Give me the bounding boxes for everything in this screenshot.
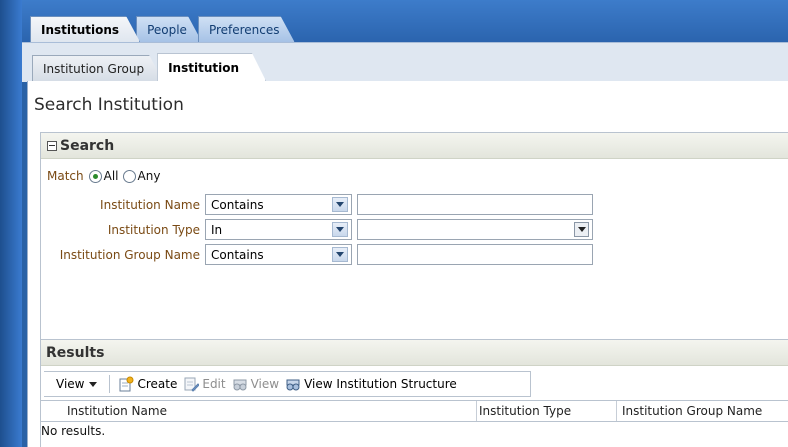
view-institution-structure-button[interactable]: View Institution Structure — [285, 376, 457, 392]
tab-institution-label: Institution — [168, 60, 240, 75]
binoculars-icon — [286, 379, 300, 391]
view-menu-button[interactable]: View — [56, 377, 98, 391]
institution-type-operator-value: In — [211, 222, 223, 237]
institution-group-name-operator-select[interactable]: Contains — [205, 244, 352, 265]
column-header-institution-name[interactable]: Institution Name — [41, 401, 477, 421]
institution-name-operator-select[interactable]: Contains — [205, 194, 352, 215]
institution-type-operator-select[interactable]: In — [205, 219, 352, 240]
institution-type-label: Institution Type — [107, 223, 200, 237]
view-button[interactable]: View — [232, 376, 279, 392]
results-title: Results — [46, 344, 105, 361]
tab-people[interactable]: People — [136, 16, 202, 42]
criterion-institution-type: Institution Type In — [41, 219, 641, 241]
match-label: Match — [47, 169, 84, 183]
no-results-text: No results. — [41, 424, 106, 438]
tab-institution-group-label: Institution Group — [43, 61, 145, 76]
institution-group-name-label: Institution Group Name — [59, 248, 200, 262]
create-button[interactable]: Create — [118, 376, 177, 392]
edit-icon — [184, 377, 200, 392]
left-frame-bar — [0, 0, 22, 447]
match-any-label: Any — [137, 169, 161, 183]
criterion-institution-group-name: Institution Group Name Contains — [41, 244, 641, 266]
tab-institutions[interactable]: Institutions — [30, 16, 140, 42]
column-header-label: Institution Name — [67, 404, 167, 418]
secondary-tabs: Institution Group Institution — [32, 53, 260, 81]
collapse-icon[interactable] — [47, 140, 57, 151]
match-any-radio[interactable] — [122, 169, 136, 183]
results-panel: Results View Create Edit View View Insti… — [40, 339, 788, 447]
institution-name-operator-value: Contains — [211, 197, 264, 212]
match-all-radio[interactable] — [88, 169, 102, 183]
tab-preferences[interactable]: Preferences — [198, 16, 295, 42]
tab-institutions-label: Institutions — [41, 22, 120, 37]
search-panel-header: Search — [41, 133, 788, 159]
create-label: Create — [137, 377, 178, 391]
search-panel-title: Search — [60, 137, 115, 154]
view-label: View — [250, 377, 280, 391]
tab-institution-group[interactable]: Institution Group — [32, 55, 163, 81]
institution-group-name-input[interactable] — [357, 244, 593, 265]
institution-name-input[interactable] — [357, 194, 593, 215]
match-row: Match All Any — [47, 169, 164, 183]
column-header-label: Institution Group Name — [622, 404, 763, 418]
results-panel-header: Results — [41, 340, 788, 366]
view-menu-label: View — [56, 377, 85, 391]
chevron-down-icon[interactable] — [332, 247, 348, 262]
page-title: Search Institution — [34, 95, 184, 115]
search-panel: Search Match All Any Institution Name Co… — [40, 132, 788, 373]
edit-label: Edit — [202, 377, 226, 391]
caret-down-icon — [89, 381, 98, 387]
chevron-down-icon[interactable] — [332, 197, 348, 212]
main-content: Search Institution Search Match All Any … — [27, 81, 788, 447]
binoculars-icon — [233, 379, 247, 391]
chevron-down-icon[interactable] — [332, 222, 348, 237]
edit-button[interactable]: Edit — [183, 376, 226, 392]
dropdown-arrow-icon[interactable] — [574, 222, 589, 237]
column-header-institution-type[interactable]: Institution Type — [477, 401, 617, 421]
tab-people-label: People — [147, 22, 187, 37]
column-header-label: Institution Type — [479, 404, 572, 418]
criterion-institution-name: Institution Name Contains — [41, 194, 641, 216]
toolbar-separator — [109, 375, 111, 393]
results-toolbar: View Create Edit View View Institution S… — [44, 371, 531, 397]
tab-preferences-label: Preferences — [208, 22, 280, 37]
results-table-header: Institution Name Institution Type Instit… — [41, 400, 788, 422]
institution-group-name-operator-value: Contains — [211, 247, 264, 262]
column-header-institution-group-name[interactable]: Institution Group Name — [617, 401, 788, 421]
view-institution-structure-label: View Institution Structure — [304, 377, 457, 391]
tab-institution[interactable]: Institution — [157, 53, 266, 81]
primary-tabs: Institutions People Preferences — [30, 16, 291, 42]
institution-name-label: Institution Name — [100, 198, 200, 212]
create-icon — [119, 376, 134, 392]
institution-type-value-select[interactable] — [357, 219, 593, 240]
match-all-label: All — [103, 169, 119, 183]
